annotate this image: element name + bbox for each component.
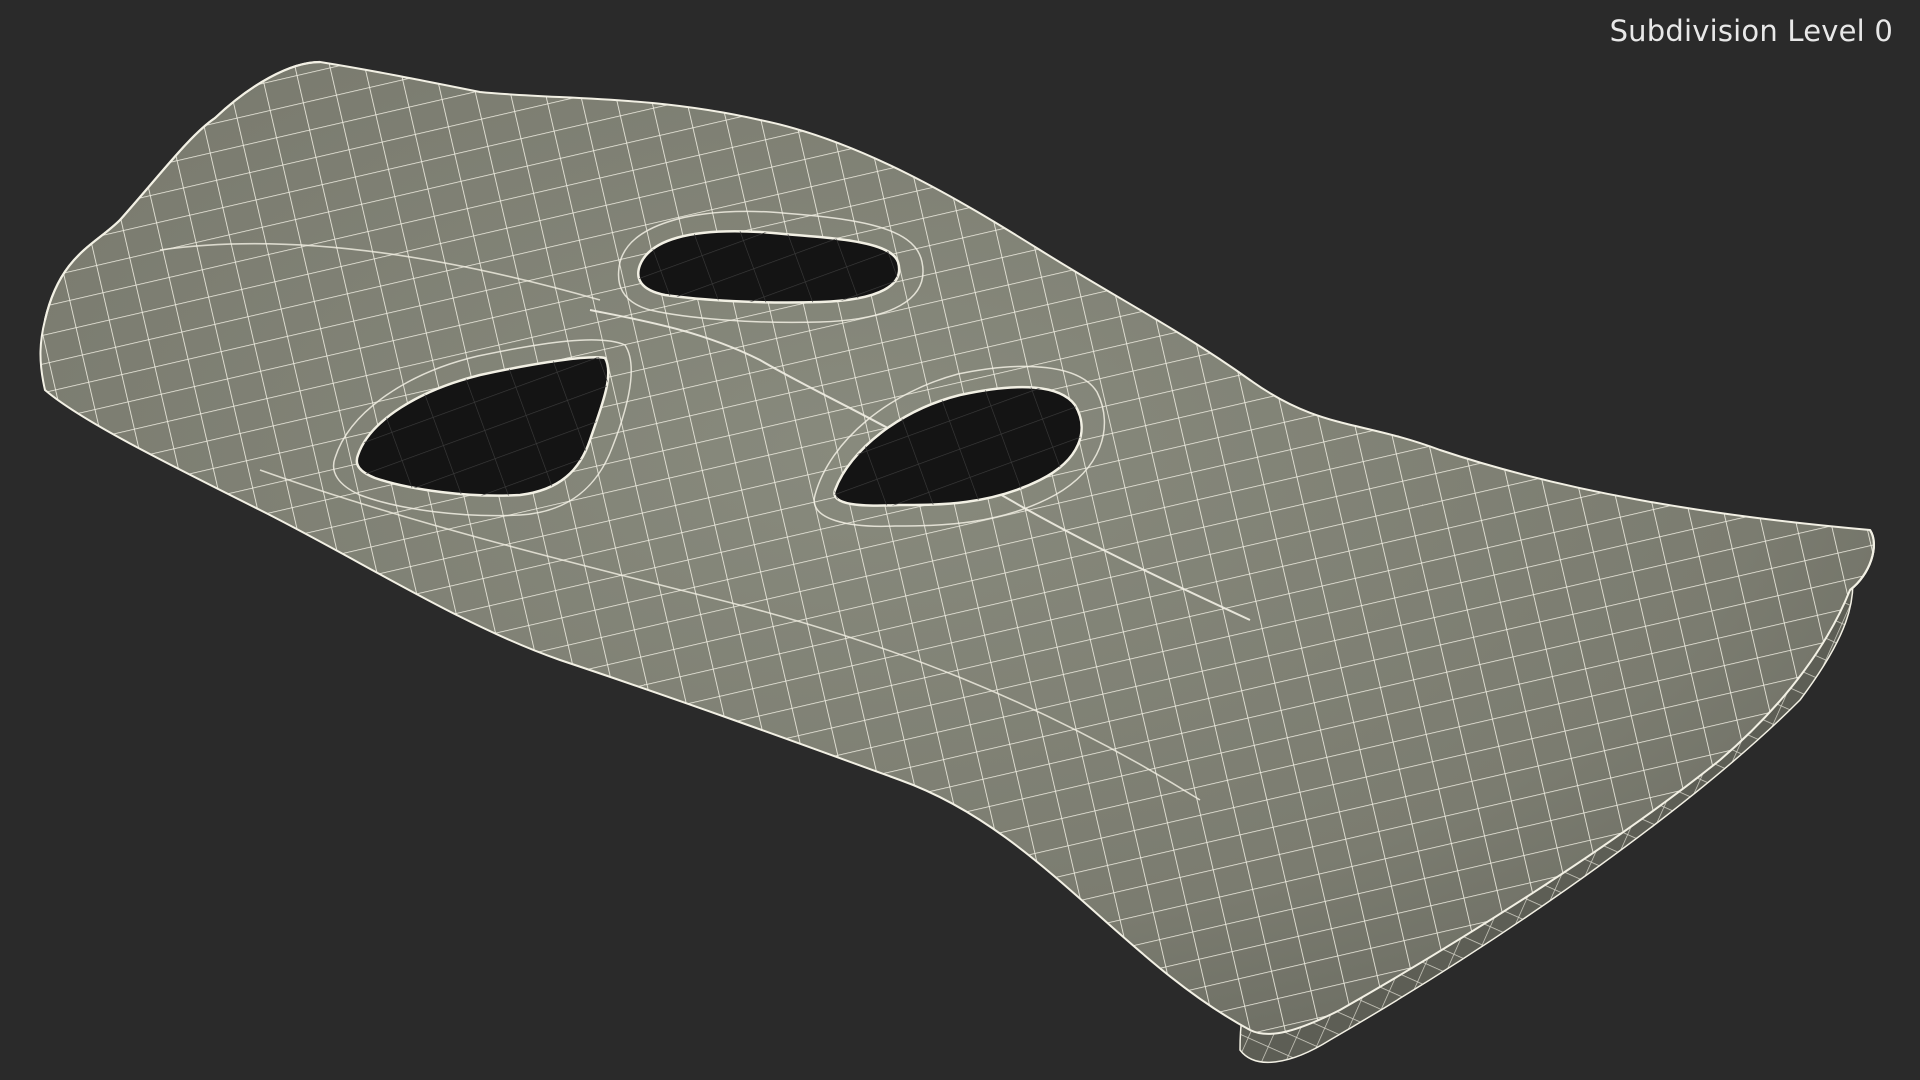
subdivision-level-label: Subdivision Level 0 (1609, 14, 1893, 48)
wireframe-mesh-render (39, 60, 1875, 1063)
render-viewport[interactable]: Subdivision Level 0 (0, 0, 1920, 1080)
